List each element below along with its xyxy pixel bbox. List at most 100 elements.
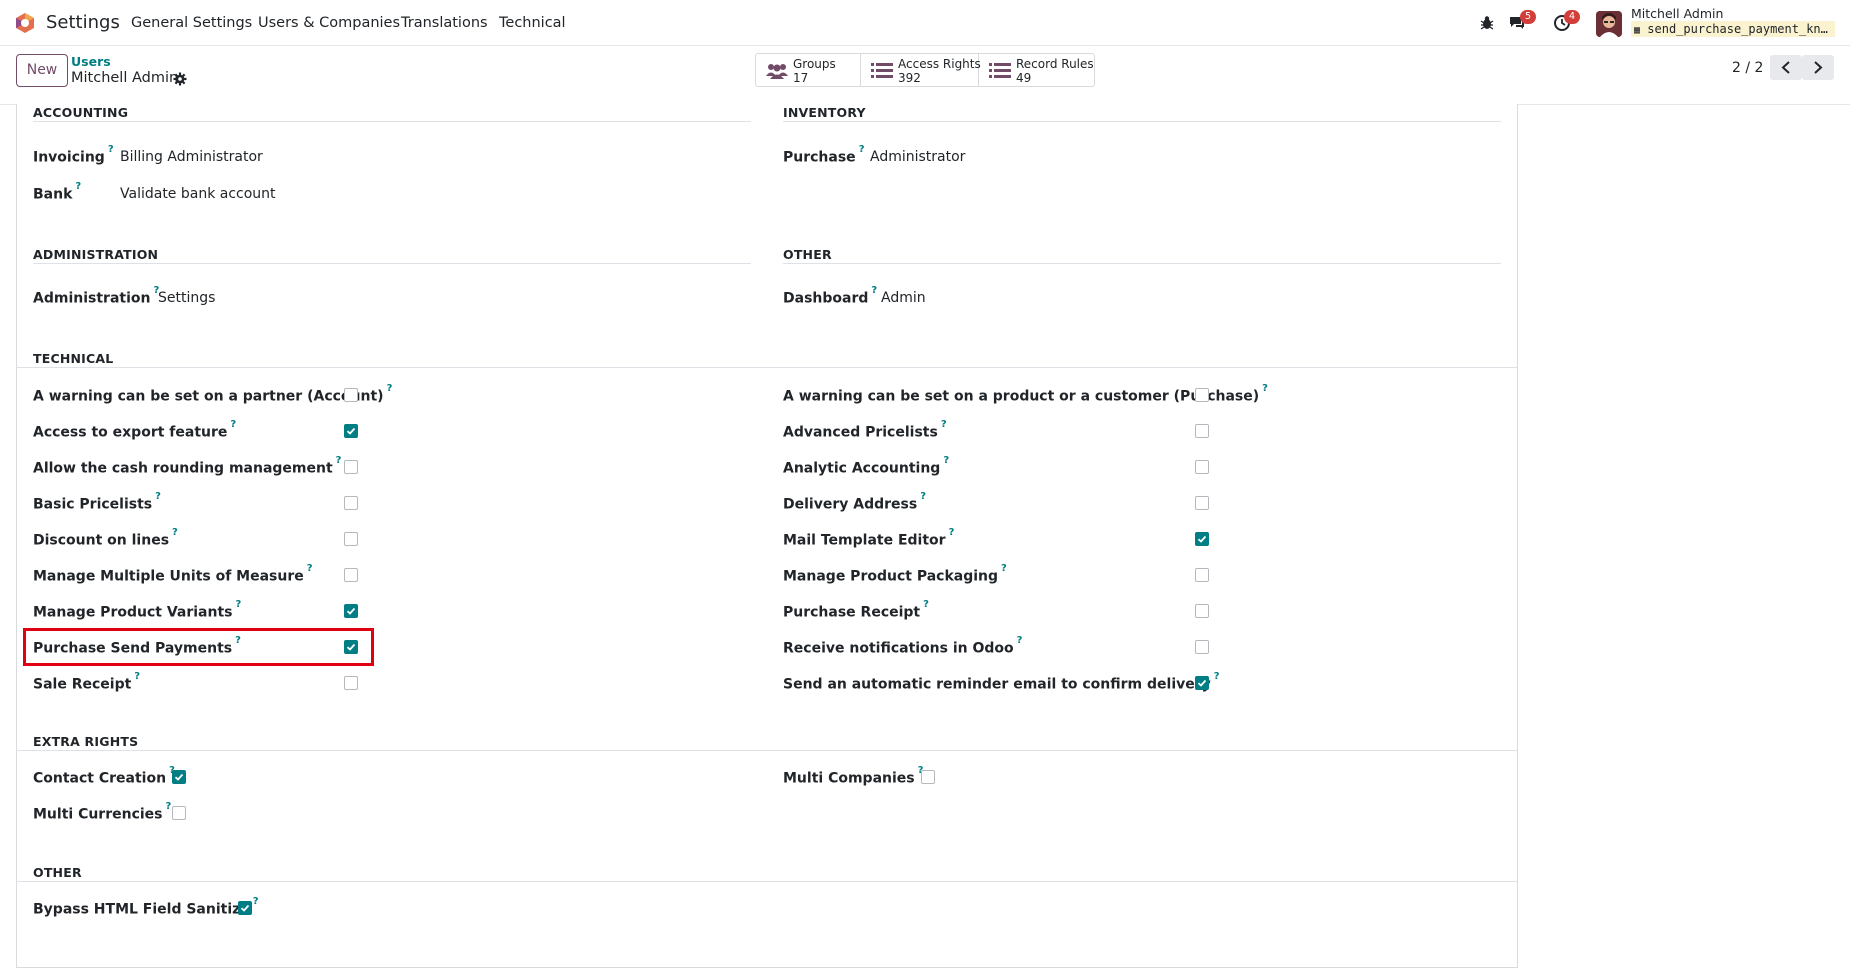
checkbox-send-an-automatic-reminder-email-to-confirm-delivery[interactable]: [1195, 676, 1209, 690]
checkbox-contact-creation[interactable]: [172, 770, 186, 784]
help-tooltip-icon[interactable]: ?: [949, 527, 955, 538]
field-value-bank[interactable]: Validate bank account: [120, 186, 276, 202]
pager-previous-button[interactable]: [1770, 55, 1802, 80]
new-button[interactable]: New: [16, 54, 68, 87]
access-rights-smart-button[interactable]: Access Rights 392: [861, 54, 981, 86]
help-tooltip-icon[interactable]: ?: [75, 181, 81, 192]
menu-technical[interactable]: Technical: [499, 15, 566, 31]
help-tooltip-icon[interactable]: ?: [1214, 671, 1220, 682]
help-tooltip-icon[interactable]: ?: [1017, 635, 1023, 646]
breadcrumb-users[interactable]: Users: [71, 54, 111, 69]
checkbox-a-warning-can-be-set-on-a-product-or-a-customer-purchase[interactable]: [1195, 388, 1209, 402]
help-tooltip-icon[interactable]: ?: [108, 144, 114, 155]
help-tooltip-icon[interactable]: ?: [155, 491, 161, 502]
top-navbar: Settings General Settings Users & Compan…: [0, 0, 1850, 46]
checkbox-a-warning-can-be-set-on-a-partner-account[interactable]: [344, 388, 358, 402]
section-title-extra-rights: EXTRA RIGHTS: [33, 734, 139, 749]
checkbox-manage-product-packaging[interactable]: [1195, 568, 1209, 582]
groups-smart-button[interactable]: Groups 17: [756, 54, 861, 86]
database-name: ▦ send_purchase_payment_kn…: [1631, 21, 1835, 37]
groups-count: 17: [793, 71, 809, 85]
avatar[interactable]: [1596, 11, 1622, 37]
smart-buttons: Groups 17 Access Rights 392 Record Rules…: [755, 53, 1095, 87]
checkbox-access-to-export-feature[interactable]: [344, 424, 358, 438]
field-value-administration[interactable]: Settings: [158, 290, 215, 306]
groups-label: Groups: [793, 57, 836, 71]
record-name: Mitchell Admin: [71, 70, 179, 86]
help-tooltip-icon[interactable]: ?: [336, 455, 342, 466]
access-rights-label: Access Rights: [898, 57, 981, 71]
help-tooltip-icon[interactable]: ?: [1001, 563, 1007, 574]
checkmark-icon: [346, 607, 356, 615]
checkbox-advanced-pricelists[interactable]: [1195, 424, 1209, 438]
odoo-app-icon[interactable]: [14, 12, 36, 34]
checkbox-multi-currencies[interactable]: [172, 806, 186, 820]
help-tooltip-icon[interactable]: ?: [941, 419, 947, 430]
field-label-contact-creation: Contact Creation?: [33, 765, 175, 787]
section-divider: [33, 263, 751, 264]
section-divider: [783, 263, 1501, 264]
checkbox-manage-multiple-units-of-measure[interactable]: [344, 568, 358, 582]
checkbox-delivery-address[interactable]: [1195, 496, 1209, 510]
menu-general-settings[interactable]: General Settings: [131, 15, 252, 31]
highlight-box: [23, 628, 374, 666]
checkbox-discount-on-lines[interactable]: [344, 532, 358, 546]
help-tooltip-icon[interactable]: ?: [253, 896, 259, 907]
section-divider: [16, 367, 1518, 368]
activities-badge: 4: [1564, 10, 1580, 24]
checkbox-mail-template-editor[interactable]: [1195, 532, 1209, 546]
gear-icon[interactable]: [173, 72, 187, 86]
checkmark-icon: [174, 773, 184, 781]
users-icon: [766, 64, 788, 79]
pager-value[interactable]: 2 / 2: [1732, 60, 1763, 76]
help-tooltip-icon[interactable]: ?: [307, 563, 313, 574]
help-tooltip-icon[interactable]: ?: [871, 285, 877, 296]
field-label-purchase-receipt: Purchase Receipt?: [783, 599, 929, 621]
checkmark-icon: [240, 904, 250, 912]
field-label-bank: Bank?: [33, 181, 82, 203]
help-tooltip-icon[interactable]: ?: [134, 671, 140, 682]
section-divider: [33, 121, 751, 122]
help-tooltip-icon[interactable]: ?: [920, 491, 926, 502]
debug-bug-icon[interactable]: [1478, 14, 1496, 32]
field-label-sale-receipt: Sale Receipt?: [33, 671, 141, 693]
section-divider: [16, 750, 1518, 751]
field-label-access-to-export-feature: Access to export feature?: [33, 419, 237, 441]
checkbox-basic-pricelists[interactable]: [344, 496, 358, 510]
help-tooltip-icon[interactable]: ?: [166, 801, 172, 812]
checkbox-analytic-accounting[interactable]: [1195, 460, 1209, 474]
help-tooltip-icon[interactable]: ?: [172, 527, 178, 538]
help-tooltip-icon[interactable]: ?: [235, 599, 241, 610]
help-tooltip-icon[interactable]: ?: [230, 419, 236, 430]
pager-next-button[interactable]: [1802, 55, 1834, 80]
record-rules-smart-button[interactable]: Record Rules 49: [979, 54, 1094, 86]
checkbox-manage-product-variants[interactable]: [344, 604, 358, 618]
section-title-technical: TECHNICAL: [33, 351, 114, 366]
field-value-purchase[interactable]: Administrator: [870, 149, 965, 165]
checkbox-receive-notifications-in-odoo[interactable]: [1195, 640, 1209, 654]
checkbox-multi-companies[interactable]: [921, 770, 935, 784]
checkmark-icon: [346, 427, 356, 435]
help-tooltip-icon[interactable]: ?: [1262, 383, 1268, 394]
help-tooltip-icon[interactable]: ?: [943, 455, 949, 466]
list-icon: [871, 63, 893, 78]
help-tooltip-icon[interactable]: ?: [859, 144, 865, 155]
user-name[interactable]: Mitchell Admin: [1631, 6, 1723, 21]
help-tooltip-icon[interactable]: ?: [923, 599, 929, 610]
help-tooltip-icon[interactable]: ?: [387, 383, 393, 394]
chevron-left-icon: [1781, 61, 1790, 74]
app-title[interactable]: Settings: [46, 12, 120, 33]
checkbox-purchase-receipt[interactable]: [1195, 604, 1209, 618]
checkbox-bypass-html-sanitize[interactable]: [238, 901, 252, 915]
section-title-inventory: INVENTORY: [783, 105, 866, 120]
field-value-invoicing[interactable]: Billing Administrator: [120, 149, 263, 165]
checkbox-allow-the-cash-rounding-management[interactable]: [344, 460, 358, 474]
field-label-delivery-address: Delivery Address?: [783, 491, 926, 513]
menu-users-companies[interactable]: Users & Companies: [258, 15, 400, 31]
field-label-receive-notifications-in-odoo: Receive notifications in Odoo?: [783, 635, 1023, 657]
field-label-multi-currencies: Multi Currencies?: [33, 801, 172, 823]
field-value-dashboard[interactable]: Admin: [881, 290, 926, 306]
checkbox-sale-receipt[interactable]: [344, 676, 358, 690]
menu-translations[interactable]: Translations: [401, 15, 488, 31]
database-icon: ▦: [1634, 25, 1641, 36]
